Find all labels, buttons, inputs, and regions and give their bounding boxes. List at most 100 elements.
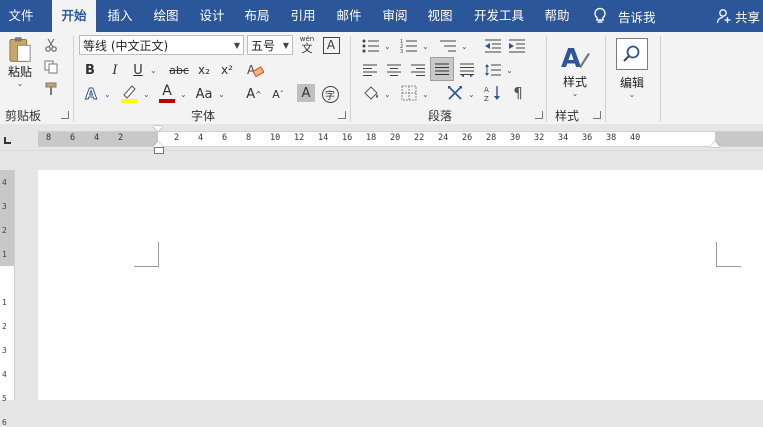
line-spacing-button[interactable] bbox=[482, 60, 504, 80]
highlight-button[interactable] bbox=[118, 82, 140, 104]
tab-draw[interactable]: 绘图 bbox=[146, 0, 186, 32]
font-color-dropdown-icon[interactable]: ⌄ bbox=[180, 90, 187, 99]
numbering-dropdown-icon[interactable]: ⌄ bbox=[422, 42, 429, 51]
vertical-ruler[interactable]: 4 3 2 1 1 2 3 4 5 6 bbox=[0, 170, 15, 427]
align-right-button[interactable] bbox=[408, 60, 428, 80]
tab-home[interactable]: 开始 bbox=[52, 0, 96, 32]
right-indent-marker[interactable] bbox=[710, 141, 720, 147]
enclose-characters-icon: 字 bbox=[321, 85, 339, 103]
tab-layout[interactable]: 布局 bbox=[238, 0, 276, 32]
cut-button[interactable] bbox=[42, 37, 60, 53]
tab-view[interactable]: 视图 bbox=[421, 0, 459, 32]
change-case-button[interactable]: Aa bbox=[193, 84, 215, 104]
chinese-layout-dropdown-icon[interactable]: ⌄ bbox=[468, 90, 475, 99]
superscript-button[interactable]: x² bbox=[217, 60, 237, 80]
underline-dropdown-icon[interactable]: ⌄ bbox=[150, 66, 157, 75]
shading-button[interactable] bbox=[360, 82, 382, 104]
show-marks-button[interactable]: ¶ bbox=[508, 83, 528, 103]
editing-button[interactable]: 编辑 ⌄ bbox=[612, 34, 652, 102]
justify-button[interactable] bbox=[430, 57, 454, 81]
increase-indent-icon bbox=[509, 39, 525, 53]
tab-mailings[interactable]: 邮件 bbox=[330, 0, 368, 32]
distributed-button[interactable] bbox=[457, 60, 477, 80]
align-right-icon bbox=[411, 64, 425, 76]
chevron-down-icon: ▼ bbox=[282, 41, 289, 50]
underline-button[interactable]: U bbox=[128, 60, 148, 80]
phonetic-guide-button[interactable]: wén 文 bbox=[296, 34, 318, 56]
align-center-button[interactable] bbox=[384, 60, 404, 80]
character-shading-button[interactable]: A bbox=[297, 84, 315, 102]
enclose-characters-button[interactable]: 字 bbox=[320, 84, 340, 104]
horizontal-ruler[interactable]: 8 6 4 2 2 4 6 8 10 12 14 16 18 20 22 24 26 28 30 32 34 36 38 40 bbox=[38, 131, 763, 147]
left-indent-marker[interactable] bbox=[154, 147, 164, 154]
bullets-dropdown-icon[interactable]: ⌄ bbox=[384, 42, 391, 51]
ruler-number: 22 bbox=[414, 133, 425, 143]
subscript-button[interactable]: x₂ bbox=[194, 60, 214, 80]
document-page[interactable] bbox=[38, 170, 763, 400]
font-name-value: 等线 (中文正文) bbox=[83, 39, 169, 53]
strikethrough-button[interactable]: abc bbox=[166, 60, 192, 80]
ruler-number: 4 bbox=[198, 133, 204, 143]
bullets-button[interactable] bbox=[360, 36, 382, 56]
format-painter-button[interactable] bbox=[42, 81, 60, 97]
paragraph-launcher-icon[interactable] bbox=[535, 111, 543, 119]
highlight-dropdown-icon[interactable]: ⌄ bbox=[143, 90, 150, 99]
paint-bucket-icon bbox=[364, 86, 378, 100]
grow-font-button[interactable]: A ^ bbox=[244, 84, 264, 104]
ruler-number: 26 bbox=[462, 133, 473, 143]
text-effects-button[interactable]: A bbox=[80, 84, 102, 104]
ruler-number: 8 bbox=[246, 133, 252, 143]
font-launcher-icon[interactable] bbox=[338, 111, 346, 119]
chinese-layout-icon bbox=[448, 86, 462, 100]
tab-references[interactable]: 引用 bbox=[284, 0, 322, 32]
character-border-button[interactable]: A bbox=[321, 35, 341, 55]
editing-icon-frame bbox=[616, 37, 648, 70]
multilevel-list-dropdown-icon[interactable]: ⌄ bbox=[461, 42, 468, 51]
borders-button[interactable] bbox=[398, 83, 420, 103]
styles-launcher-icon[interactable] bbox=[593, 111, 601, 119]
svg-text:A: A bbox=[484, 86, 489, 94]
tab-selector-icon[interactable] bbox=[4, 137, 11, 144]
copy-button[interactable] bbox=[42, 59, 60, 75]
shrink-font-button[interactable]: Aˇ bbox=[268, 84, 288, 104]
tell-me-box[interactable]: 告诉我 bbox=[592, 0, 656, 32]
tab-developer[interactable]: 开发工具 bbox=[468, 0, 530, 32]
decrease-indent-icon bbox=[485, 39, 501, 53]
align-left-icon bbox=[363, 64, 377, 76]
styles-button[interactable]: A 样式 ⌄ bbox=[553, 36, 597, 102]
ruler-number: 2 bbox=[174, 133, 180, 143]
text-effects-dropdown-icon[interactable]: ⌄ bbox=[104, 90, 111, 99]
tab-file[interactable]: 文件 bbox=[0, 0, 42, 32]
share-button[interactable]: 共享 bbox=[716, 0, 760, 32]
increase-indent-button[interactable] bbox=[507, 36, 527, 56]
italic-button[interactable]: I bbox=[105, 60, 125, 80]
numbering-button[interactable]: 123 bbox=[398, 36, 420, 56]
change-case-dropdown-icon[interactable]: ⌄ bbox=[218, 90, 225, 99]
styles-icon: A bbox=[561, 44, 590, 73]
first-line-indent-marker[interactable] bbox=[153, 126, 163, 132]
bold-button[interactable]: B bbox=[80, 60, 100, 80]
paste-dropdown-icon[interactable]: ⌄ bbox=[17, 80, 24, 88]
tab-review[interactable]: 审阅 bbox=[376, 0, 414, 32]
font-color-button[interactable]: A bbox=[156, 82, 178, 104]
font-name-combo[interactable]: 等线 (中文正文) ▼ bbox=[79, 35, 244, 55]
lightbulb-icon bbox=[594, 7, 606, 23]
borders-dropdown-icon[interactable]: ⌄ bbox=[422, 90, 429, 99]
character-shading-icon: A bbox=[301, 85, 311, 101]
sort-button[interactable]: AZ bbox=[483, 83, 503, 103]
line-spacing-dropdown-icon[interactable]: ⌄ bbox=[506, 66, 513, 75]
shading-dropdown-icon[interactable]: ⌄ bbox=[384, 90, 391, 99]
decrease-indent-button[interactable] bbox=[483, 36, 503, 56]
font-size-combo[interactable]: 五号 ▼ bbox=[247, 35, 293, 55]
paste-button[interactable]: 粘贴 ⌄ bbox=[2, 36, 38, 88]
multilevel-list-button[interactable] bbox=[437, 36, 459, 56]
align-left-button[interactable] bbox=[360, 60, 380, 80]
numbering-icon: 123 bbox=[400, 39, 417, 53]
group-divider bbox=[350, 36, 351, 122]
clipboard-launcher-icon[interactable] bbox=[61, 111, 69, 119]
chinese-layout-button[interactable] bbox=[444, 82, 466, 104]
tab-insert[interactable]: 插入 bbox=[101, 0, 139, 32]
tab-design[interactable]: 设计 bbox=[193, 0, 231, 32]
tab-help[interactable]: 帮助 bbox=[537, 0, 577, 32]
clear-formatting-button[interactable]: A bbox=[245, 60, 265, 80]
